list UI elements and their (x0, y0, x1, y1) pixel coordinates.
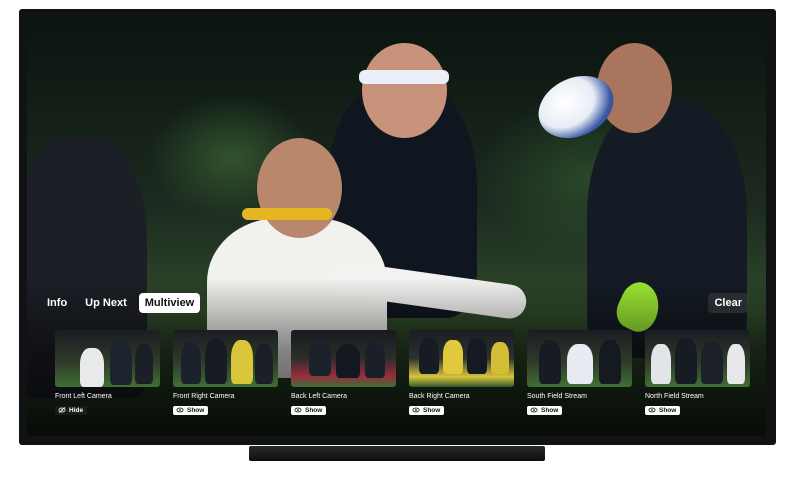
camera-label: Back Right Camera (409, 393, 470, 400)
player-white-head (257, 138, 342, 238)
eye-slash-icon (58, 407, 66, 413)
eye-icon (412, 407, 420, 413)
show-button-label: Show (541, 406, 559, 414)
tab-bar: Info Up Next Multiview (41, 293, 201, 313)
camera-card[interactable]: Back Right Camera Show (409, 330, 518, 418)
tv-stand (249, 446, 545, 461)
camera-card[interactable]: Front Left Camera Hide (55, 330, 164, 418)
camera-label: Back Left Camera (291, 393, 348, 400)
eye-icon (530, 407, 538, 413)
camera-label: Front Left Camera (55, 393, 112, 400)
camera-thumbnail[interactable] (173, 330, 278, 387)
tab-up-next[interactable]: Up Next (79, 293, 133, 313)
camera-thumbnail[interactable] (291, 330, 396, 387)
hide-button-label: Hide (69, 406, 84, 414)
show-button-label: Show (187, 406, 205, 414)
camera-thumbnail[interactable] (645, 330, 750, 387)
show-button[interactable]: Show (291, 405, 327, 415)
camera-thumbnail[interactable] (55, 330, 160, 387)
show-button-label: Show (423, 406, 441, 414)
camera-label: North Field Stream (645, 393, 704, 400)
camera-thumbnail[interactable] (527, 330, 632, 387)
show-button[interactable]: Show (173, 405, 209, 415)
show-button[interactable]: Show (409, 405, 445, 415)
camera-label: South Field Stream (527, 393, 587, 400)
eye-icon (176, 407, 184, 413)
hide-button[interactable]: Hide (55, 405, 88, 415)
camera-strip: Front Left Camera Hide Front Right Camer… (55, 330, 754, 418)
camera-thumbnail[interactable] (409, 330, 514, 387)
camera-card[interactable]: Back Left Camera Show (291, 330, 400, 418)
show-button-label: Show (659, 406, 677, 414)
jersey-collar (242, 208, 332, 220)
video-screen[interactable]: Info Up Next Multiview Clear Front Left … (27, 18, 766, 436)
camera-card[interactable]: North Field Stream Show (645, 330, 754, 418)
clear-button[interactable]: Clear (708, 293, 748, 313)
tab-info[interactable]: Info (41, 293, 73, 313)
show-button-label: Show (305, 406, 323, 414)
eye-icon (294, 407, 302, 413)
camera-label: Front Right Camera (173, 393, 235, 400)
headband (359, 70, 449, 84)
eye-icon (648, 407, 656, 413)
show-button[interactable]: Show (527, 405, 563, 415)
tab-multiview[interactable]: Multiview (138, 293, 201, 313)
show-button[interactable]: Show (645, 405, 681, 415)
player-center-head (362, 43, 447, 138)
camera-card[interactable]: Front Right Camera Show (173, 330, 282, 418)
camera-card[interactable]: South Field Stream Show (527, 330, 636, 418)
